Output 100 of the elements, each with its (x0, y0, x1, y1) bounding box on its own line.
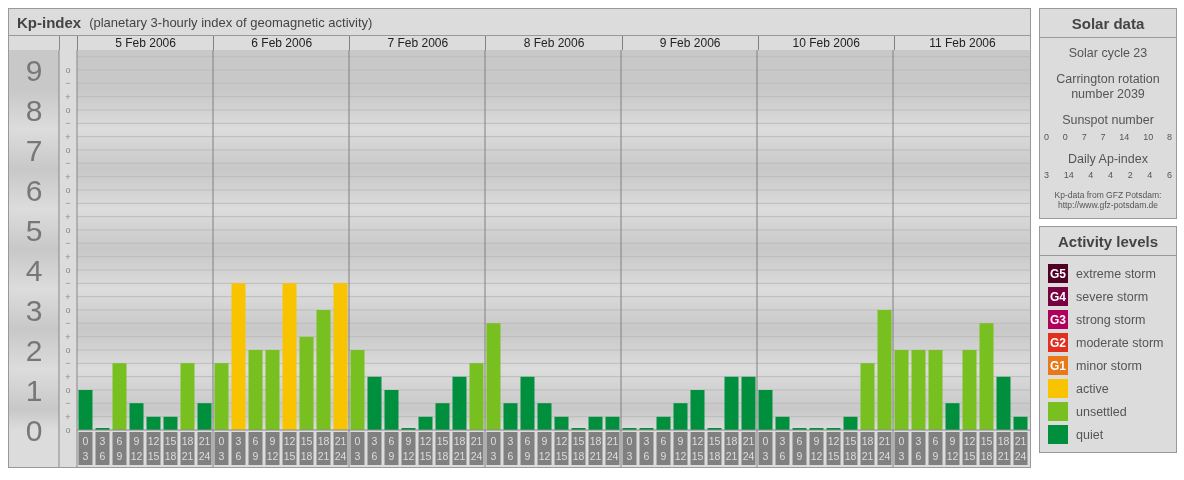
hour-label: 15 18 (707, 432, 722, 465)
hour-label: 3 6 (775, 432, 790, 465)
rotation-text: Carrington rotation number 2039 (1055, 72, 1161, 102)
sub-tick-label: + (65, 291, 71, 302)
ap-label: Daily Ap-index (1068, 151, 1148, 166)
panel-title: Kp-index (17, 13, 82, 31)
x-tick-label: 0 3 (762, 435, 769, 462)
hour-label: 6 9 (656, 432, 671, 465)
hour-label: 9 12 (809, 432, 824, 465)
sub-tick-label: o (65, 145, 71, 155)
kp-axis-label: 6 (25, 174, 43, 207)
sub-tick-label: o (65, 425, 71, 435)
hour-label: 12 15 (554, 432, 569, 465)
panel-title: Solar data (1040, 9, 1176, 38)
sunspot-value: 7 (1081, 131, 1087, 142)
hour-label: 21 24 (1013, 432, 1028, 465)
hour-label: 12 15 (826, 432, 841, 465)
level-label: moderate storm (1076, 335, 1164, 350)
hour-label: 3 6 (503, 432, 518, 465)
x-tick-label: 0 3 (218, 435, 225, 462)
sunspot-value: 7 (1100, 131, 1106, 142)
hour-label: 0 3 (78, 432, 93, 465)
kp-axis-label: 0 (25, 414, 43, 447)
hour-label: 3 6 (231, 432, 246, 465)
hour-label: 15 18 (435, 432, 450, 465)
sub-tick-label: + (65, 411, 71, 422)
hour-label: 21 24 (333, 432, 348, 465)
hour-label: 3 6 (95, 432, 110, 465)
hour-label: 21 24 (741, 432, 756, 465)
sub-tick-label: − (65, 198, 71, 209)
sub-tick-label: + (65, 131, 71, 142)
hour-label: 18 21 (588, 432, 603, 465)
kp-axis-label: 1 (25, 374, 43, 407)
level-label: quiet (1076, 427, 1104, 442)
hour-label: 21 24 (877, 432, 892, 465)
level-label: minor storm (1076, 358, 1142, 373)
level-label: severe storm (1076, 289, 1149, 304)
x-tick-label: 0 3 (626, 435, 633, 462)
x-tick-label: 3 6 (235, 435, 242, 462)
kp-axis-label: 4 (25, 254, 43, 287)
sub-tick-label: − (65, 318, 71, 329)
sub-tick-label: + (65, 371, 71, 382)
ap-value: 14 (1063, 169, 1074, 180)
sub-tick-label: − (65, 238, 71, 249)
sub-tick-label: o (65, 65, 71, 75)
hour-label: 12 15 (418, 432, 433, 465)
x-tick-label: 0 3 (898, 435, 905, 462)
x-tick-label: 3 6 (507, 435, 514, 462)
sub-tick-label: − (65, 158, 71, 169)
sub-tick-label: + (65, 251, 71, 262)
sub-tick-label: o (65, 225, 71, 235)
solar-cycle-text: Solar cycle 23 (1068, 46, 1148, 61)
hour-label: 15 18 (299, 432, 314, 465)
hour-label: 6 9 (792, 432, 807, 465)
x-tick-label: 6 9 (116, 435, 123, 462)
hour-label: 0 3 (486, 432, 501, 465)
sunspot-value: 8 (1166, 131, 1172, 142)
sub-tick-label: + (65, 331, 71, 342)
hour-label: 9 12 (265, 432, 280, 465)
x-tick-label: 3 6 (643, 435, 650, 462)
level-swatch: G4 (1048, 287, 1068, 307)
hour-label: 18 21 (996, 432, 1011, 465)
hour-label: 18 21 (860, 432, 875, 465)
panel-title: Activity levels (1040, 227, 1176, 257)
kp-axis-label: 5 (25, 214, 43, 247)
x-tick-label: 3 6 (779, 435, 786, 462)
ap-value: 4 (1147, 169, 1153, 180)
hour-label: 12 15 (146, 432, 161, 465)
sunspot-value: 0 (1044, 131, 1049, 142)
hour-label: 9 12 (537, 432, 552, 465)
sub-tick-label: + (65, 91, 71, 102)
level-label: unsettled (1076, 404, 1127, 419)
hour-label: 18 21 (452, 432, 467, 465)
sub-tick-label: − (65, 398, 71, 409)
hour-label: 3 6 (911, 432, 926, 465)
hour-label: 3 6 (367, 432, 382, 465)
level-swatch: G1 (1048, 356, 1068, 376)
hour-label: 6 9 (520, 432, 535, 465)
sub-tick-label: o (65, 305, 71, 315)
sub-tick-label: o (65, 105, 71, 115)
level-swatch: G2 (1048, 333, 1068, 353)
x-tick-label: 3 6 (371, 435, 378, 462)
hour-label: 21 24 (605, 432, 620, 465)
kp-axis-label: 9 (25, 54, 43, 87)
hour-label: 18 21 (316, 432, 331, 465)
hour-label: 9 12 (401, 432, 416, 465)
hour-label: 9 12 (945, 432, 960, 465)
hour-label: 0 3 (894, 432, 909, 465)
sub-tick-label: − (65, 118, 71, 129)
hour-label: 12 15 (690, 432, 705, 465)
level-label: active (1076, 381, 1109, 396)
hour-label: 18 21 (724, 432, 739, 465)
hour-label: 0 3 (214, 432, 229, 465)
sunspot-value: 10 (1143, 131, 1154, 142)
credit-text: Kp-data from GFZ Potsdam: (1054, 189, 1162, 201)
ap-value: 4 (1088, 169, 1094, 180)
ap-value: 2 (1127, 169, 1133, 180)
level-label: strong storm (1076, 312, 1146, 327)
hour-label: 0 3 (350, 432, 365, 465)
sub-tick-label: o (65, 185, 71, 195)
